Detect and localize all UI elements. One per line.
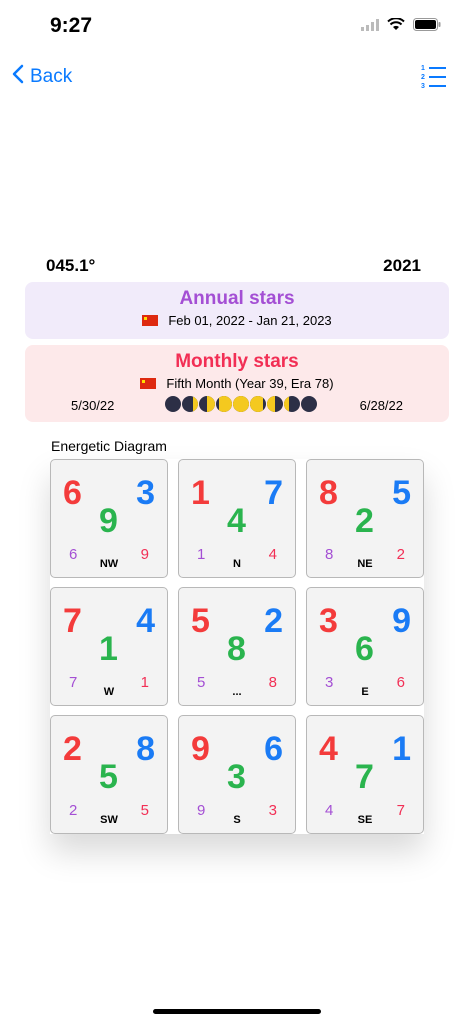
wifi-icon: [387, 17, 405, 36]
moon-waxing-crescent-icon: [182, 396, 198, 412]
monthly-stars-subtitle: Fifth Month (Year 39, Era 78): [25, 376, 449, 391]
battery-icon: [413, 18, 441, 36]
direction-label: SE: [357, 814, 373, 826]
direction-label: N: [233, 558, 241, 570]
direction-label: E: [361, 686, 369, 698]
year-value: 2021: [383, 256, 421, 275]
china-flag-icon: [142, 315, 159, 326]
back-label: Back: [30, 66, 73, 87]
base-star: 2: [355, 502, 374, 540]
direction-label: NW: [99, 558, 119, 570]
moon-waning-gibbous-icon: [250, 396, 266, 412]
base-star: 1: [99, 630, 118, 668]
moon-phases: [165, 396, 317, 412]
direction-label: S: [233, 814, 241, 826]
numbered-list-button[interactable]: 1 2 3: [421, 62, 447, 90]
month-end-date: 6/28/22: [359, 398, 403, 413]
svg-text:2: 2: [421, 74, 425, 81]
monthly-star: 1: [392, 730, 411, 768]
diagram-label: Energetic Diagram: [51, 438, 167, 454]
annual-star: 8: [319, 474, 338, 512]
base-star: 7: [355, 758, 374, 796]
heading-row: 045.1° 2021: [46, 256, 421, 276]
annual-dates: Feb 01, 2022 - Jan 21, 2023: [168, 313, 332, 328]
palace-se[interactable]: 4 1 7 4 7 SE: [306, 715, 424, 834]
annual-star: 1: [191, 474, 210, 512]
monthly-star: 2: [264, 602, 283, 640]
base-star: 4: [227, 502, 246, 540]
annual-stars-subtitle: Feb 01, 2022 - Jan 21, 2023: [25, 313, 449, 328]
moon-full-icon: [233, 396, 249, 412]
annual-star: 4: [319, 730, 338, 768]
annual-stars-card: Annual stars Feb 01, 2022 - Jan 21, 2023: [25, 282, 449, 339]
base-star: 3: [227, 758, 246, 796]
monthly-star: 9: [392, 602, 411, 640]
monthly-star: 4: [136, 602, 155, 640]
moon-waxing-gibbous-icon: [216, 396, 232, 412]
svg-text:3: 3: [421, 83, 425, 90]
base-star: 8: [227, 630, 246, 668]
back-button[interactable]: Back: [12, 64, 72, 90]
signal-icon: [361, 18, 379, 36]
base-star: 9: [99, 502, 118, 540]
monthly-star: 7: [264, 474, 283, 512]
chevron-left-icon: [12, 64, 24, 90]
annual-star: 7: [63, 602, 82, 640]
palace-ne[interactable]: 8 5 2 8 2 NE: [306, 459, 424, 578]
month-start-date: 5/30/22: [71, 398, 115, 413]
svg-text:1: 1: [421, 65, 425, 72]
moon-last-quarter-icon: [267, 396, 283, 412]
annual-star: 5: [191, 602, 210, 640]
monthly-star: 6: [264, 730, 283, 768]
base-star: 6: [355, 630, 374, 668]
moon-waning-crescent-icon: [284, 396, 300, 412]
annual-star: 2: [63, 730, 82, 768]
monthly-stars-card: Monthly stars Fifth Month (Year 39, Era …: [25, 345, 449, 422]
palace-center[interactable]: 5 2 8 5 8...: [178, 587, 296, 706]
annual-star: 6: [63, 474, 82, 512]
monthly-star: 8: [136, 730, 155, 768]
monthly-name: Fifth Month (Year 39, Era 78): [166, 376, 334, 391]
direction-label: NE: [357, 558, 373, 570]
palace-w[interactable]: 74171W: [50, 587, 168, 706]
moon-first-quarter-icon: [199, 396, 215, 412]
moon-new-icon: [165, 396, 181, 412]
status-bar: 9:27: [0, 0, 473, 54]
annual-star: 9: [191, 730, 210, 768]
palace-n[interactable]: 17414N: [178, 459, 296, 578]
direction-label: W: [103, 686, 115, 698]
palace-sw[interactable]: 2 8 5 2 5 SW: [50, 715, 168, 834]
numbered-list-icon: 1 2 3: [421, 65, 447, 94]
monthly-stars-title: Monthly stars: [175, 351, 299, 372]
palace-s[interactable]: 96393S: [178, 715, 296, 834]
monthly-star: 3: [136, 474, 155, 512]
direction-label: SW: [100, 814, 118, 826]
nav-bar: Back 1 2 3: [0, 54, 473, 100]
annual-star: 3: [319, 602, 338, 640]
energetic-diagram-grid: 6 3 9 6 9 NW 17414N 8 5 2 8 2 NE 74171W 5 2 8 5 8... 3…: [50, 459, 424, 834]
direction-label: ...: [232, 686, 242, 698]
moon-phase-row: 5/30/22 6/28/22: [25, 396, 449, 416]
base-star: 5: [99, 758, 118, 796]
palace-e[interactable]: 39636E: [306, 587, 424, 706]
bearing-value: 045.1°: [46, 256, 96, 275]
palace-nw[interactable]: 6 3 9 6 9 NW: [50, 459, 168, 578]
moon-new-icon: [301, 396, 317, 412]
china-flag-icon: [140, 378, 157, 389]
home-indicator[interactable]: [153, 1009, 321, 1014]
annual-stars-title: Annual stars: [179, 288, 295, 309]
monthly-star: 5: [392, 474, 411, 512]
status-time: 9:27: [50, 14, 93, 37]
status-icons: [361, 17, 441, 36]
